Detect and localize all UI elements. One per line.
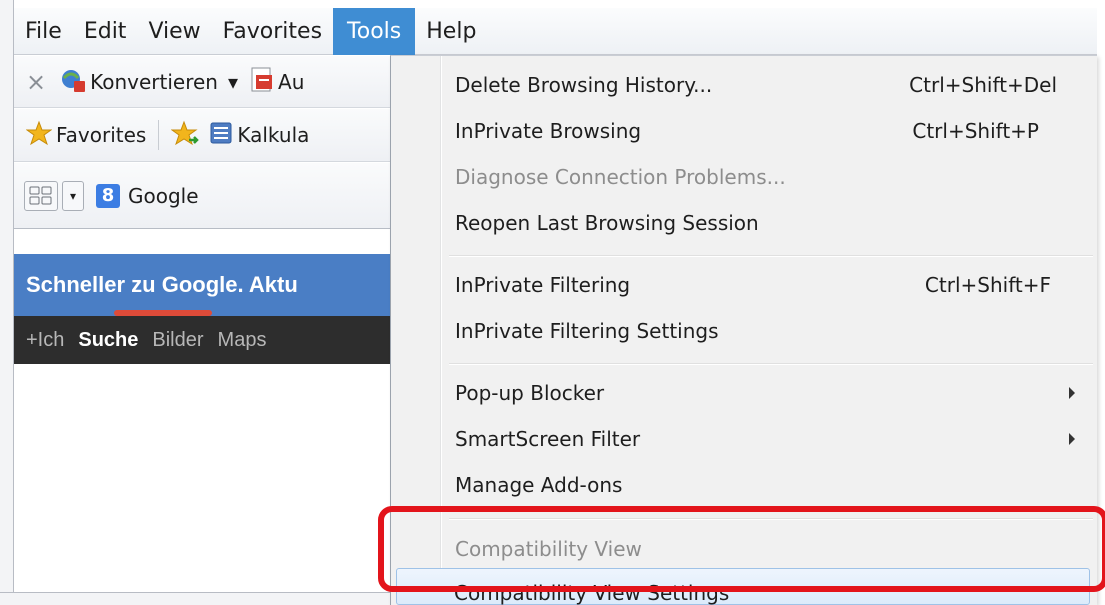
menu-item-label: Reopen Last Browsing Session [455, 211, 759, 235]
quick-tabs-button[interactable] [24, 180, 58, 211]
menu-item-label: InPrivate Filtering [455, 273, 631, 297]
menu-item-reopen-last-session[interactable]: Reopen Last Browsing Session [391, 200, 1097, 246]
menu-item-label: InPrivate Browsing [455, 119, 642, 143]
window-frame-bottom [0, 592, 390, 605]
google-icon: 8 [96, 183, 120, 208]
command-toolbar: × Konvertieren ▾ Au [14, 56, 390, 108]
google-nav-bar: +Ich Suche Bilder Maps [14, 316, 390, 364]
menu-item-inprivate-filtering-settings[interactable]: InPrivate Filtering Settings [391, 308, 1097, 354]
chevron-down-icon[interactable]: ▾ [228, 70, 238, 94]
submenu-arrow-icon [1069, 387, 1075, 399]
menu-help[interactable]: Help [415, 8, 487, 55]
google-nav-maps[interactable]: Maps [218, 329, 267, 352]
close-icon[interactable]: × [26, 68, 46, 96]
menu-item-label: Diagnose Connection Problems... [455, 165, 786, 189]
menu-file[interactable]: File [14, 8, 73, 55]
menu-bar: File Edit View Favorites Tools Help [14, 7, 1097, 55]
menu-item-label: Manage Add-ons [455, 473, 623, 497]
convert-icon [60, 67, 86, 97]
menu-item-smartscreen-filter[interactable]: SmartScreen Filter [391, 416, 1097, 462]
tab-toolbar: ▾ 8 Google [14, 163, 390, 229]
menu-separator [449, 363, 1093, 365]
favorites-button[interactable]: Favorites [56, 123, 146, 147]
convert-button[interactable]: Konvertieren [90, 70, 218, 94]
menu-separator [449, 518, 1093, 520]
menu-favorites[interactable]: Favorites [212, 8, 333, 55]
add-favorite-icon[interactable] [170, 120, 200, 150]
window-frame-left [0, 0, 14, 605]
tab-google[interactable]: 8 Google [90, 179, 209, 213]
menu-item-manage-add-ons[interactable]: Manage Add-ons [391, 462, 1097, 508]
menu-item-label: Delete Browsing History... [455, 73, 713, 97]
menu-item-shortcut: Ctrl+Shift+Del [909, 73, 1057, 97]
favorite-link-kalkula[interactable]: Kalkula [237, 123, 309, 147]
tab-title: Google [128, 183, 199, 208]
menu-item-inprivate-filtering[interactable]: InPrivate Filtering Ctrl+Shift+F [391, 262, 1097, 308]
google-nav-suche[interactable]: Suche [78, 329, 138, 352]
menu-item-compatibility-view[interactable]: Compatibility View [391, 526, 1097, 572]
pdf-icon [250, 67, 274, 97]
tab-list-button[interactable]: ▾ [62, 180, 84, 211]
menu-item-compatibility-view-settings[interactable]: Compatibility View Settings [396, 568, 1090, 605]
menu-item-delete-browsing-history[interactable]: Delete Browsing History... Ctrl+Shift+De… [391, 62, 1097, 108]
google-nav-ich[interactable]: +Ich [26, 329, 64, 352]
menu-item-label: Pop-up Blocker [455, 381, 605, 405]
grid-icon [29, 186, 52, 204]
menu-view[interactable]: View [137, 8, 211, 55]
menu-item-shortcut: Ctrl+Shift+F [924, 273, 1051, 297]
submenu-arrow-icon [1069, 433, 1075, 445]
menu-edit[interactable]: Edit [73, 8, 138, 55]
star-icon [25, 120, 53, 150]
menu-separator [449, 255, 1093, 257]
google-banner[interactable]: Schneller zu Google. Aktu [14, 254, 390, 316]
menu-item-inprivate-browsing[interactable]: InPrivate Browsing Ctrl+Shift+P [391, 108, 1097, 154]
menu-tools[interactable]: Tools [333, 7, 416, 55]
menu-item-label: InPrivate Filtering Settings [455, 319, 719, 343]
menu-item-popup-blocker[interactable]: Pop-up Blocker [391, 370, 1097, 416]
menu-item-diagnose-connection[interactable]: Diagnose Connection Problems... [391, 154, 1097, 200]
google-nav-bilder[interactable]: Bilder [152, 329, 203, 352]
menu-item-shortcut: Ctrl+Shift+P [912, 119, 1039, 143]
menu-item-label: Compatibility View [455, 537, 642, 561]
menu-item-label: SmartScreen Filter [455, 427, 641, 451]
active-nav-indicator [114, 310, 212, 316]
toolbar-divider [158, 120, 160, 150]
calculator-icon [209, 121, 233, 149]
favorites-bar: Favorites Kalkula [14, 109, 390, 162]
toolbar-button-truncated[interactable]: Au [278, 70, 304, 94]
menu-item-label: Compatibility View Settings [454, 581, 730, 605]
tools-menu: Delete Browsing History... Ctrl+Shift+De… [390, 55, 1097, 605]
